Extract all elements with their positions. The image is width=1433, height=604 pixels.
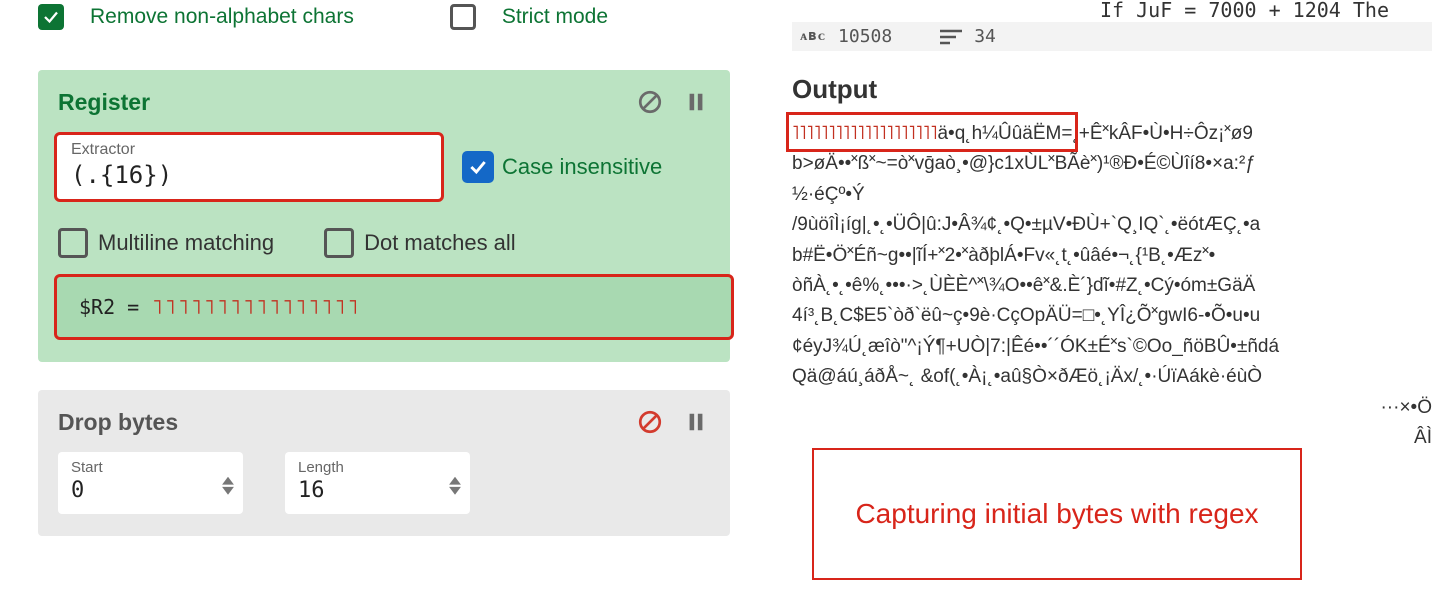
output-title: Output: [792, 74, 1432, 105]
output-line1-rest: ä•q˛h¼ÛûäËM=˛+Ê˟kÂF•Ù•H÷Ôz¡˟ø9: [937, 123, 1252, 144]
length-label: Length: [298, 459, 457, 476]
extractor-value: (.{16}): [71, 161, 427, 189]
code-fragment: If JuF = 7000 + 1204 The: [1100, 0, 1389, 22]
register-result-value: ˥˥˥˥˥˥˥˥˥˥˥˥˥˥˥˥: [151, 295, 360, 319]
char-count: 10508: [838, 26, 892, 47]
output-line: 4í³˛B˛C$E5`òð`ëû~ç•9è·CçOpÄÜ=□•˛YÎ¿Õ˟gwI…: [792, 301, 1432, 331]
annotation-box: Capturing initial bytes with regex: [812, 448, 1302, 580]
line-count: 34: [974, 26, 996, 47]
disable-icon[interactable]: [636, 408, 664, 436]
extractor-input[interactable]: Extractor (.{16}): [54, 132, 444, 202]
opt-strict-mode-label: Strict mode: [502, 5, 608, 29]
checkbox-case-insensitive[interactable]: [462, 151, 494, 183]
extractor-label: Extractor: [71, 141, 427, 159]
output-line: b#Ë•Ö˟Éñ~g••|ĩÍ+˟2•˟àðþlÁ•Fv«˛t˛•ûâé•¬˛{…: [792, 241, 1432, 271]
abc-icon: ᴀʙᴄ: [800, 28, 826, 45]
output-line: /9ùöîÌ¡íg|˛•˛•ÜÔ|û:J•Â¾¢˛•Q•±µV•ÐÙ+`Q¸IQ…: [792, 210, 1432, 240]
start-field[interactable]: Start 0: [58, 452, 243, 514]
output-line: b>øÄ••˟ß˟~=ò˟vḡaò¸•@}c1xÙL˟BÃè˟)¹®Ð•É©Ùî…: [792, 149, 1432, 179]
checkbox-multiline[interactable]: [58, 228, 88, 258]
output-line: òñÀ˛•˛•ê%˛•••·>˛ÙÈÈ^˟\¾O••ê˟&.È´}dĩ•#Z˛•…: [792, 271, 1432, 301]
output-line: Qä@áú¸áðÅ~˛ &of(˛•À¡˛•aû§Ò×ðÆö˛¡Äx/˛•·Úï…: [792, 362, 1432, 392]
spinner-icon[interactable]: [449, 477, 461, 495]
output-line: ¢éyJ¾Ú˛æîò"^¡Ý¶+UÒ|7:|Êé••´´ÓK±É˟s`©Oo_ñ…: [792, 332, 1432, 362]
start-label: Start: [71, 459, 230, 476]
start-value: 0: [71, 478, 230, 503]
drop-title: Drop bytes: [58, 409, 178, 436]
disable-icon[interactable]: [636, 88, 664, 116]
pause-icon[interactable]: [682, 88, 710, 116]
output-line1-prefix: ˥˥˥˥˥˥˥˥˥˥˥˥˥˥˥˥˥˥˥˥: [792, 123, 937, 144]
register-card: Register Extractor (.{16}) Case insensit…: [38, 70, 730, 362]
case-insensitive-label: Case insensitive: [502, 154, 662, 180]
pause-icon[interactable]: [682, 408, 710, 436]
checkbox-strict-mode[interactable]: [450, 4, 476, 30]
output-text[interactable]: ˥˥˥˥˥˥˥˥˥˥˥˥˥˥˥˥˥˥˥˥ä•q˛h¼ÛûäËM=˛+Ê˟kÂF•…: [792, 119, 1432, 453]
multiline-label: Multiline matching: [98, 230, 274, 256]
lines-icon: [940, 29, 962, 45]
register-result-box: $R2 = ˥˥˥˥˥˥˥˥˥˥˥˥˥˥˥˥: [54, 274, 734, 340]
stats-bar: ᴀʙᴄ 10508 34: [792, 22, 1432, 51]
top-options-row: Remove non-alphabet chars Strict mode: [38, 0, 750, 34]
checkbox-remove-nonalpha[interactable]: [38, 4, 64, 30]
drop-bytes-card: Drop bytes Start 0 Length: [38, 390, 730, 536]
opt-remove-nonalpha-label: Remove non-alphabet chars: [90, 5, 354, 29]
register-title: Register: [58, 89, 150, 116]
spinner-icon[interactable]: [222, 477, 234, 495]
output-line: ½·éÇº•Ý: [792, 180, 1432, 210]
length-value: 16: [298, 478, 457, 503]
dotall-label: Dot matches all: [364, 230, 516, 256]
checkbox-dotall[interactable]: [324, 228, 354, 258]
output-panel: Output ˥˥˥˥˥˥˥˥˥˥˥˥˥˥˥˥˥˥˥˥ä•q˛h¼ÛûäËM=˛…: [792, 74, 1432, 453]
register-result-label: $R2 =: [79, 295, 151, 319]
output-line: ···×•Ö: [792, 393, 1432, 423]
length-field[interactable]: Length 16: [285, 452, 470, 514]
